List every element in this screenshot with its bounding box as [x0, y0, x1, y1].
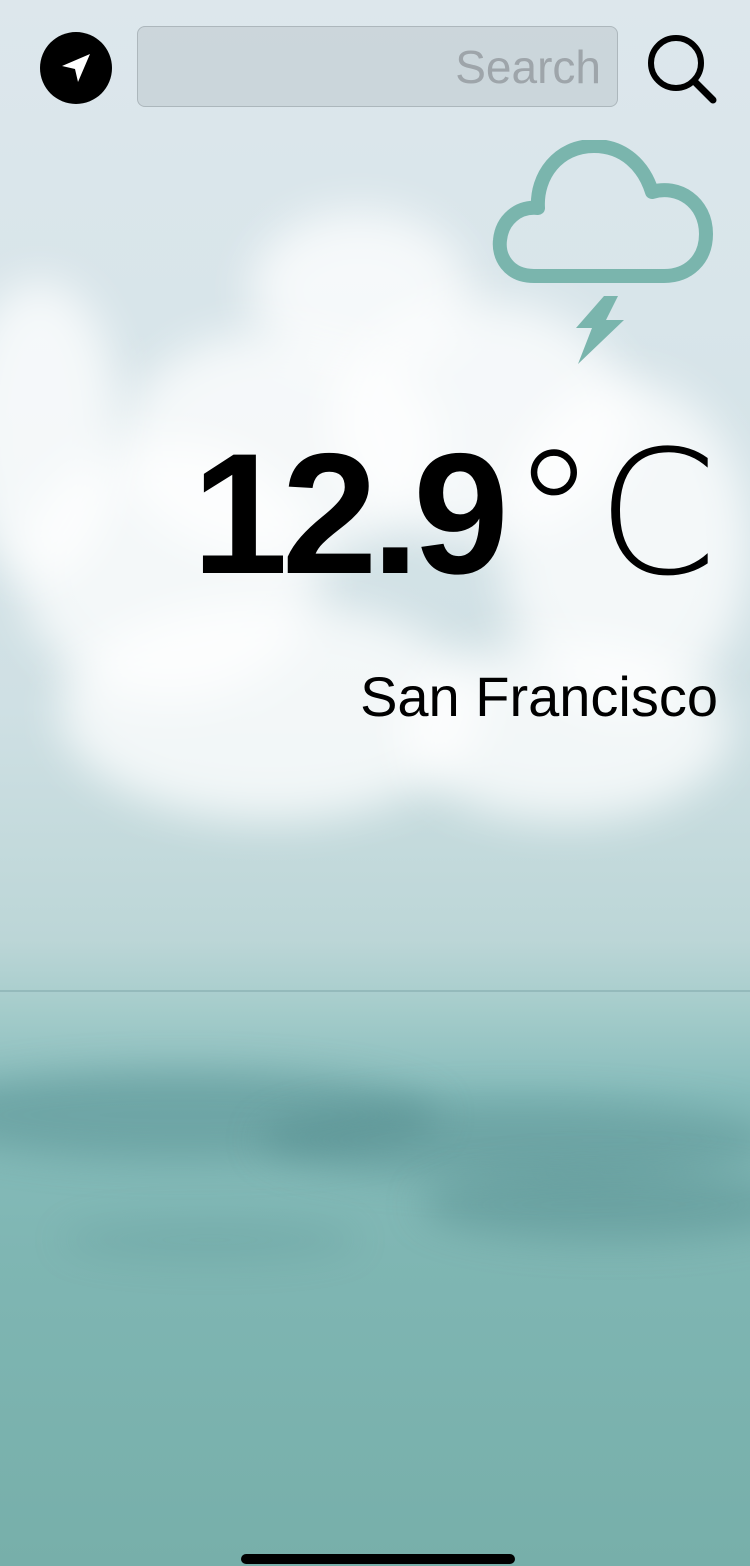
temperature-unit: °C: [510, 413, 717, 614]
magnifying-glass-icon: [648, 35, 717, 104]
search-input[interactable]: [137, 26, 618, 107]
temperature-value: 12.9: [192, 418, 509, 610]
search-button[interactable]: [643, 30, 719, 106]
current-location-button[interactable]: [40, 32, 112, 104]
weather-screen: 12.9 °C San Francisco: [0, 0, 750, 1566]
home-indicator[interactable]: [241, 1554, 515, 1564]
cloud-bolt-icon: [492, 140, 713, 364]
temperature-display: 12.9 °C: [192, 413, 717, 614]
location-arrow-icon: [62, 54, 90, 82]
city-name: San Francisco: [360, 665, 718, 728]
